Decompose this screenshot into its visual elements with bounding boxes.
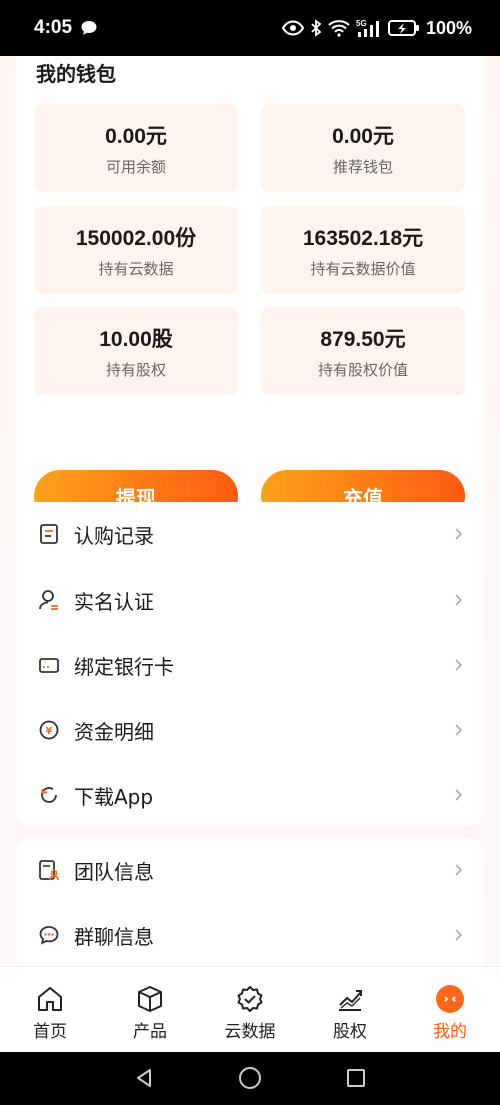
team-info-icon <box>38 859 60 881</box>
stat-referral-wallet[interactable]: 0.00元 推荐钱包 <box>261 104 465 192</box>
menu-label: 团队信息 <box>74 859 154 884</box>
page-content[interactable]: 我的钱包 0.00元 可用余额 0.00元 推荐钱包 150002.00份 持有… <box>0 56 500 966</box>
stat-cloud-data-value[interactable]: 163502.18元 持有云数据价值 <box>261 206 465 294</box>
status-bar: 4:05 5G 100% <box>0 0 500 56</box>
tab-equity[interactable]: 股权 <box>300 967 400 1053</box>
bank-card-icon <box>38 654 60 676</box>
stat-label: 持有云数据价值 <box>310 260 416 278</box>
stat-label: 持有股权价值 <box>317 361 408 379</box>
refresh-download-icon <box>38 784 60 806</box>
stat-value: 0.00元 <box>332 125 394 148</box>
svg-text:5G: 5G <box>356 19 367 28</box>
status-time: 4:05 <box>34 17 73 38</box>
chevron-right-icon <box>452 659 464 671</box>
box-icon <box>134 983 166 1015</box>
bottom-tab-bar: 首页 产品 云数据 股权 我的 <box>0 966 500 1052</box>
stat-equity[interactable]: 10.00股 持有股权 <box>34 307 238 395</box>
eye-icon <box>281 20 304 36</box>
menu-label: 群聊信息 <box>74 924 154 949</box>
chat-notification-icon <box>80 19 98 37</box>
wallet-card: 我的钱包 0.00元 可用余额 0.00元 推荐钱包 150002.00份 持有… <box>16 56 484 540</box>
signal-5g-icon: 5G <box>356 18 382 38</box>
menu-item-real-name-verify[interactable]: 实名认证 <box>16 568 484 632</box>
bluetooth-icon <box>310 19 322 37</box>
chevron-right-icon <box>452 864 464 876</box>
tab-label: 云数据 <box>224 1022 276 1042</box>
menu-label: 认购记录 <box>74 523 154 548</box>
stat-cloud-data[interactable]: 150002.00份 持有云数据 <box>34 206 238 294</box>
stat-label: 推荐钱包 <box>332 158 393 176</box>
stat-available-balance[interactable]: 0.00元 可用余额 <box>34 104 238 192</box>
tab-label: 首页 <box>33 1022 67 1042</box>
menu-label: 资金明细 <box>74 719 154 744</box>
document-icon <box>38 523 60 545</box>
stat-label: 可用余额 <box>105 158 166 176</box>
chevron-right-icon <box>452 594 464 606</box>
account-menu: 认购记录 实名认证 绑定银行卡 ¥ 资金明细 下载App <box>16 502 484 826</box>
menu-item-team-info[interactable]: 团队信息 <box>16 838 484 902</box>
home-icon <box>34 983 66 1015</box>
stat-label: 持有云数据 <box>98 260 174 278</box>
home-circle-icon[interactable] <box>238 1066 262 1090</box>
yuan-coin-icon: ¥ <box>38 719 60 741</box>
wallet-title: 我的钱包 <box>36 62 116 86</box>
menu-item-fund-details[interactable]: ¥ 资金明细 <box>16 698 484 762</box>
system-nav-bar <box>0 1052 500 1105</box>
stat-equity-value[interactable]: 879.50元 持有股权价值 <box>261 307 465 395</box>
chevron-right-icon <box>452 789 464 801</box>
wifi-icon <box>328 19 350 37</box>
profile-face-icon <box>434 983 466 1015</box>
battery-percent: 100% <box>425 17 472 38</box>
community-menu: 团队信息 群聊信息 <box>16 838 484 966</box>
user-verify-icon <box>38 589 60 611</box>
menu-label: 下载App <box>74 784 154 809</box>
chat-bubble-icon <box>38 924 60 946</box>
trend-chart-icon <box>334 983 366 1015</box>
stat-value: 10.00股 <box>99 328 173 351</box>
menu-label: 绑定银行卡 <box>74 654 174 679</box>
recents-square-icon[interactable] <box>344 1066 368 1090</box>
tab-mine[interactable]: 我的 <box>400 967 500 1053</box>
stat-value: 150002.00份 <box>75 227 197 250</box>
menu-item-bind-bank-card[interactable]: 绑定银行卡 <box>16 633 484 697</box>
badge-check-icon <box>234 983 266 1015</box>
tab-label: 我的 <box>433 1022 467 1042</box>
stat-value: 0.00元 <box>105 125 167 148</box>
menu-label: 实名认证 <box>74 589 154 614</box>
tab-label: 股权 <box>333 1022 367 1042</box>
tab-home[interactable]: 首页 <box>0 967 100 1053</box>
back-triangle-icon[interactable] <box>132 1066 156 1090</box>
chevron-right-icon <box>452 929 464 941</box>
stat-label: 持有股权 <box>105 361 166 379</box>
stat-value: 879.50元 <box>320 328 406 351</box>
tab-cloud-data[interactable]: 云数据 <box>200 967 300 1053</box>
chevron-right-icon <box>452 528 464 540</box>
chevron-right-icon <box>452 724 464 736</box>
tab-label: 产品 <box>133 1022 167 1042</box>
tab-products[interactable]: 产品 <box>100 967 200 1053</box>
menu-item-download-app[interactable]: 下载App <box>16 763 484 827</box>
menu-item-subscription-records[interactable]: 认购记录 <box>16 502 484 566</box>
svg-text:¥: ¥ <box>46 726 53 737</box>
battery-charging-icon <box>387 19 420 37</box>
stat-value: 163502.18元 <box>302 227 424 250</box>
menu-item-group-chat[interactable]: 群聊信息 <box>16 903 484 966</box>
